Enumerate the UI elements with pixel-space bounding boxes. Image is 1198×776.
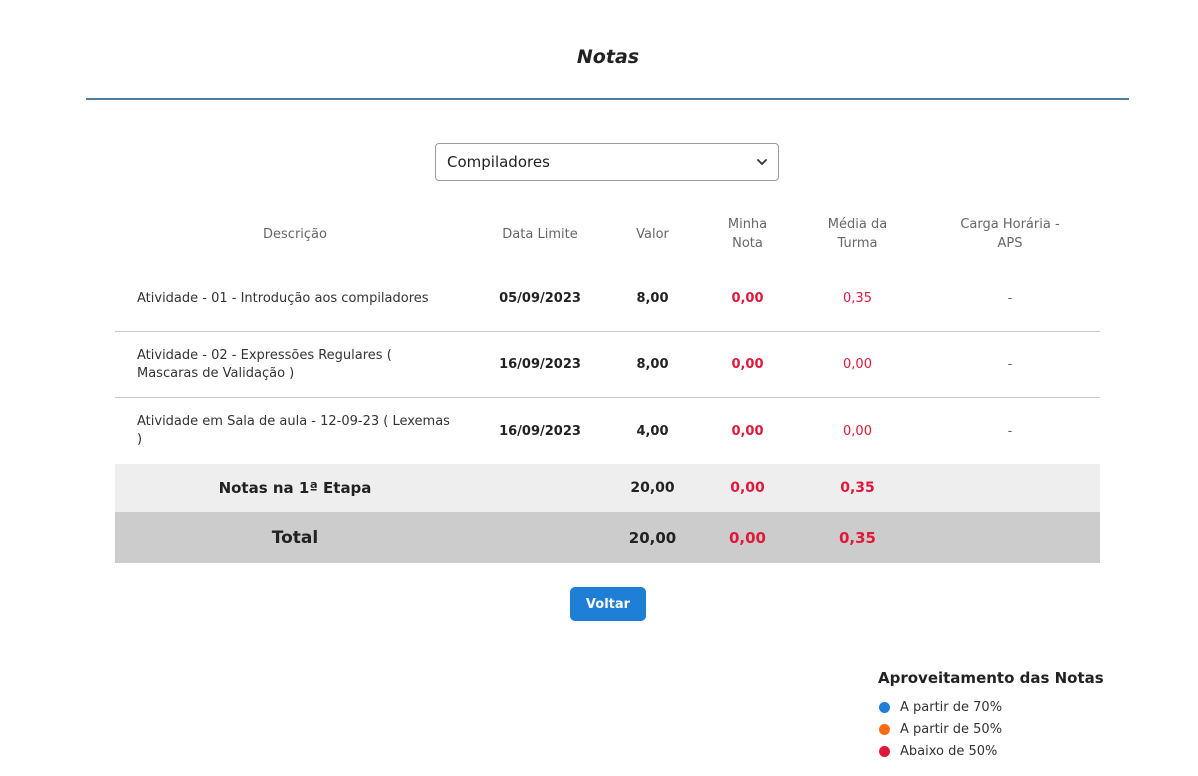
row-description: Atividade - 01 - Introdução aos compilad…: [137, 290, 429, 306]
legend-title: Aproveitamento das Notas: [878, 669, 1104, 687]
table-row: Atividade - 01 - Introdução aos compilad…: [115, 266, 1100, 332]
legend-item: Abaixo de 50%: [878, 740, 1178, 762]
legend-item: A partir de 50%: [878, 718, 1178, 740]
legend-item-label: A partir de 50%: [900, 721, 1003, 737]
page-title: Notas: [576, 46, 640, 68]
legend-item-label: Abaixo de 50%: [900, 743, 998, 759]
legend-item-label: A partir de 70%: [900, 699, 1003, 715]
legend-item: A partir de 70%: [878, 696, 1178, 718]
row-class-average: 0,00: [843, 357, 872, 372]
row-my-grade: 0,00: [731, 291, 764, 306]
row-due-date: 16/09/2023: [499, 423, 581, 439]
row-value: 4,00: [636, 423, 669, 439]
orange-dot-icon: [879, 723, 890, 735]
table-header-row: Descrição Data Limite Valor Minha Nota M…: [115, 202, 1100, 266]
stage-summary-row: Notas na 1ª Etapa 20,00 0,00 0,35: [115, 464, 1100, 512]
total-row: Total 20,00 0,00 0,35: [115, 512, 1100, 563]
row-description: Atividade - 02 - Expressões Regulares ( …: [137, 347, 392, 381]
title-divider: [86, 98, 1129, 100]
stage-my-grade: 0,00: [730, 480, 765, 496]
header-class-average: Média da Turma: [795, 202, 920, 266]
row-value: 8,00: [636, 357, 669, 372]
total-class-average: 0,35: [838, 528, 876, 547]
table-row: Atividade em Sala de aula - 12-09-23 ( L…: [115, 398, 1100, 464]
total-my-grade: 0,00: [728, 528, 766, 547]
stage-label: Notas na 1ª Etapa: [218, 479, 372, 497]
row-class-average: 0,00: [843, 423, 872, 439]
row-my-grade: 0,00: [731, 423, 764, 439]
stage-value: 20,00: [630, 480, 675, 496]
table-row: Atividade - 02 - Expressões Regulares ( …: [115, 332, 1100, 398]
grade-legend: Aproveitamento das Notas A partir de 70%…: [878, 669, 1178, 762]
blue-dot-icon: [879, 701, 890, 713]
chevron-down-icon: [757, 159, 767, 165]
row-my-grade: 0,00: [731, 357, 764, 372]
header-class-average-text: Média da Turma: [827, 217, 888, 251]
subject-select[interactable]: Compiladores: [435, 143, 779, 181]
grades-table: Descrição Data Limite Valor Minha Nota M…: [115, 202, 1100, 563]
row-value: 8,00: [636, 291, 669, 306]
header-due-date: Data Limite: [502, 226, 578, 242]
row-workload: -: [1007, 423, 1013, 439]
header-my-grade: Minha Nota: [700, 202, 795, 266]
header-workload: Carga Horária - APS: [920, 202, 1100, 266]
subject-select-value: Compiladores: [447, 153, 550, 171]
row-workload: -: [1007, 291, 1013, 306]
row-workload: -: [1007, 357, 1013, 372]
total-label: Total: [271, 527, 319, 548]
header-my-grade-text: Minha Nota: [727, 217, 768, 251]
header-description: Descrição: [263, 226, 327, 242]
row-due-date: 05/09/2023: [499, 291, 581, 306]
red-dot-icon: [879, 745, 890, 757]
row-class-average: 0,35: [843, 291, 872, 306]
header-value: Valor: [636, 226, 669, 242]
back-button[interactable]: Voltar: [570, 587, 646, 621]
row-description: Atividade em Sala de aula - 12-09-23 ( L…: [137, 414, 450, 447]
total-value: 20,00: [628, 528, 677, 547]
stage-class-average: 0,35: [840, 480, 875, 496]
header-workload-text: Carga Horária - APS: [960, 217, 1060, 251]
row-due-date: 16/09/2023: [499, 357, 581, 372]
